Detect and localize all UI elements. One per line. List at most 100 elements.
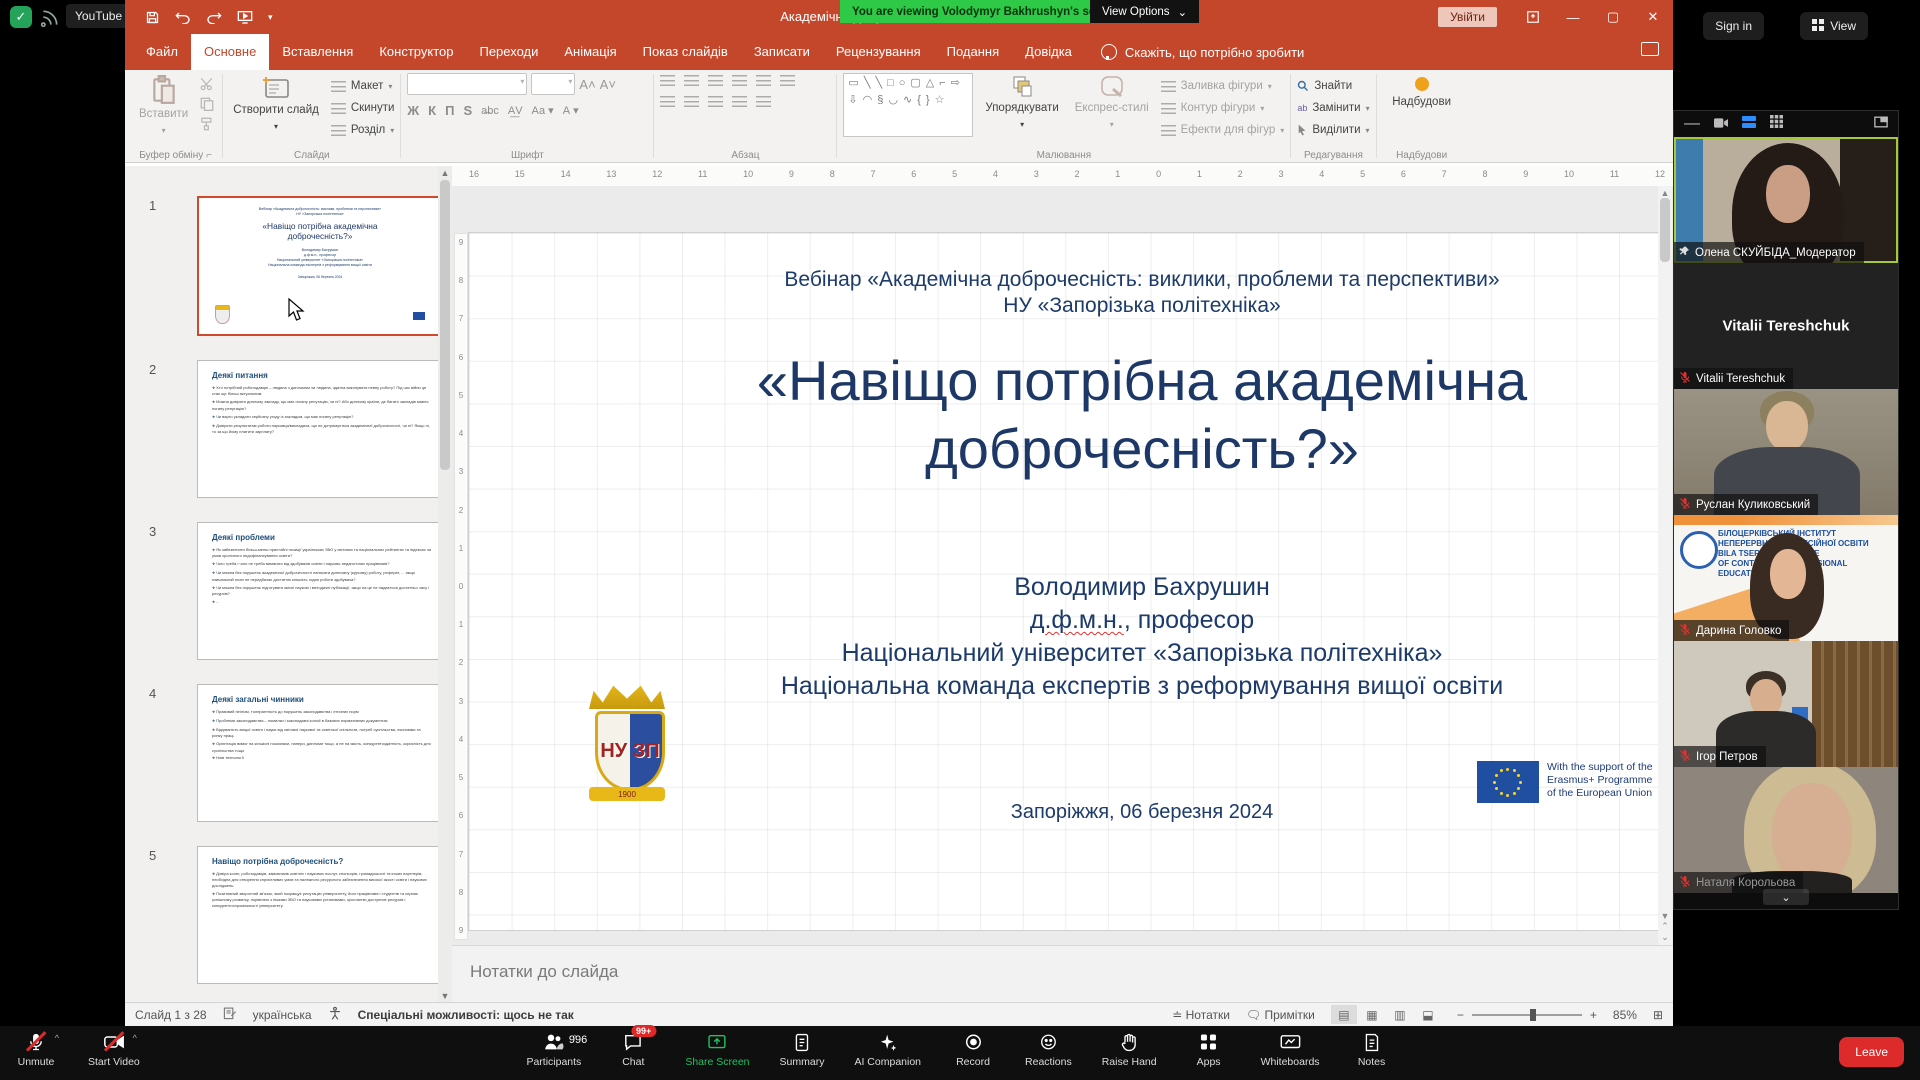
camera-icon[interactable]: [1714, 115, 1728, 133]
grow-font-icon[interactable]: A˄: [579, 77, 595, 92]
columns-icon[interactable]: [756, 96, 771, 107]
cut-icon[interactable]: [200, 77, 216, 91]
participant-tile-1[interactable]: Олена СКУЙБІДА_Модератор: [1674, 137, 1898, 263]
slide-thumbnail-2[interactable]: Деякі питанняХто потрібний роботодавцю –…: [197, 360, 441, 498]
tab-Конструктор[interactable]: Конструктор: [366, 34, 466, 70]
tab-Рецензування[interactable]: Рецензування: [823, 34, 934, 70]
caret-up-icon[interactable]: ^: [55, 1033, 59, 1043]
notes-pane[interactable]: Нотатки до слайда: [452, 945, 1673, 1004]
previous-slide-icon[interactable]: ⌃: [1661, 921, 1669, 932]
reactions-button[interactable]: Reactions: [1025, 1031, 1072, 1068]
reading-view-icon[interactable]: ▥: [1387, 1005, 1413, 1024]
undo-icon[interactable]: [175, 10, 191, 24]
tab-Анімація[interactable]: Анімація: [551, 34, 629, 70]
font-style-button-П[interactable]: П: [445, 103, 454, 118]
shape-fill-button[interactable]: Заливка фігури▾: [1161, 77, 1285, 95]
fit-to-window-icon[interactable]: ⊞: [1653, 1008, 1663, 1022]
shapes-gallery[interactable]: ▭╲╲□○▢ △⌐⇨⇩◠ §◡∿{}☆: [843, 73, 973, 137]
save-icon[interactable]: [145, 10, 160, 25]
select-button[interactable]: Виділити▾: [1297, 121, 1369, 139]
tell-me-box[interactable]: Скажіть, що потрібно зробити: [1101, 44, 1304, 60]
office-signin-button[interactable]: Увійти: [1438, 7, 1497, 27]
leave-button[interactable]: Leave: [1839, 1037, 1904, 1067]
view-options-button[interactable]: View Options ⌄: [1090, 0, 1199, 23]
unmute-button[interactable]: ^Unmute: [14, 1031, 58, 1068]
thumbnails-scrollbar[interactable]: ▲ ▼: [438, 166, 452, 1003]
zoom-view-button[interactable]: View: [1800, 12, 1868, 40]
slide-thumbnail-3[interactable]: Деякі проблемиЯк забезпечити більш-менш …: [197, 522, 441, 660]
tab-Довідка[interactable]: Довідка: [1012, 34, 1085, 70]
slide-thumbnail-4[interactable]: Деякі загальні чинникиПравовий нігілізм,…: [197, 684, 441, 822]
tab-Вставлення[interactable]: Вставлення: [269, 34, 366, 70]
font-style-button-S[interactable]: S: [463, 103, 472, 118]
format-painter-icon[interactable]: [200, 117, 216, 131]
notes-button[interactable]: Notes: [1350, 1031, 1394, 1068]
caret-up-icon[interactable]: ^: [133, 1033, 137, 1043]
new-slide-button[interactable]: Створити слайд▾: [229, 73, 323, 148]
zoom-slider[interactable]: − +: [1457, 1008, 1597, 1022]
accessibility-status[interactable]: Спеціальні можливості: щось не так: [358, 1008, 574, 1022]
panel-expand-chevron[interactable]: ⌄: [1763, 889, 1809, 905]
quick-styles-button[interactable]: Експрес-стилі▾: [1071, 73, 1153, 148]
participant-tile-2[interactable]: Vitalii TereshchukVitalii Tereshchuk: [1674, 263, 1898, 389]
indent-decrease-icon[interactable]: [708, 75, 723, 86]
tab-Файл[interactable]: Файл: [133, 34, 191, 70]
gallery-view-icon[interactable]: [1770, 115, 1783, 133]
participant-tile-3[interactable]: Руслан Куликовський: [1674, 389, 1898, 515]
comments-icon[interactable]: [1641, 42, 1659, 56]
minimize-panel-icon[interactable]: —: [1684, 115, 1700, 133]
participants-button[interactable]: ^996Participants: [526, 1031, 581, 1068]
justify-icon[interactable]: [732, 96, 747, 107]
minimize-button[interactable]: —: [1553, 0, 1593, 34]
comments-toggle[interactable]: 🗨 Примітки: [1246, 1008, 1315, 1022]
reset-button[interactable]: Скинути: [331, 99, 395, 117]
tab-Показ слайдів[interactable]: Показ слайдів: [630, 34, 741, 70]
ribbon-display-options-icon[interactable]: [1513, 0, 1553, 34]
zoom-level[interactable]: 85%: [1613, 1008, 1637, 1022]
font-size-select[interactable]: [531, 73, 575, 95]
summary-button[interactable]: Summary: [780, 1031, 825, 1068]
font-extra-3[interactable]: А ▾: [563, 104, 579, 117]
paste-button[interactable]: Вставити▾: [135, 73, 192, 148]
zoom-knob[interactable]: [1530, 1009, 1536, 1021]
align-left-icon[interactable]: [660, 96, 675, 107]
panel-layout-icon[interactable]: [1874, 115, 1888, 133]
participant-tile-5[interactable]: Ігор Петров: [1674, 641, 1898, 767]
shape-effects-button[interactable]: Ефекти для фігур▾: [1161, 121, 1285, 139]
scroll-down-icon[interactable]: ▼: [441, 991, 450, 1001]
section-button[interactable]: Розділ▾: [331, 121, 395, 139]
line-spacing-icon[interactable]: [756, 75, 771, 86]
participant-tile-4[interactable]: БІЛОЦЕРКІВСЬКИЙ ІНСТИТУТНЕПЕРЕРВНОЇ ПРОФ…: [1674, 515, 1898, 641]
scroll-up-icon[interactable]: ▲: [441, 168, 450, 178]
font-style-button-К[interactable]: К: [428, 103, 436, 118]
close-button[interactable]: ✕: [1633, 0, 1673, 34]
shrink-font-icon[interactable]: A˅: [600, 77, 616, 92]
spellcheck-icon[interactable]: [223, 1006, 237, 1023]
zoom-sign-in-button[interactable]: Sign in: [1703, 12, 1764, 40]
indent-increase-icon[interactable]: [732, 75, 747, 86]
numbering-icon[interactable]: [684, 75, 699, 86]
font-style-button-Ж[interactable]: Ж: [407, 103, 419, 118]
layout-button[interactable]: Макет▾: [331, 77, 395, 95]
find-button[interactable]: Знайти: [1297, 77, 1369, 95]
raise-hand-button[interactable]: Raise Hand: [1102, 1031, 1157, 1068]
font-extra-2[interactable]: Аа ▾: [532, 104, 554, 117]
redo-icon[interactable]: [206, 10, 222, 24]
main-scrollbar[interactable]: ▲ ▼ ⌃ ⌄: [1658, 186, 1672, 945]
addins-button[interactable]: Надбудови: [1383, 73, 1461, 111]
participant-tile-6[interactable]: Наталя Корольова: [1674, 767, 1898, 893]
scroll-down-icon[interactable]: ▼: [1661, 911, 1670, 921]
slide-thumbnail-5[interactable]: Навіщо потрібна доброчесність?Довіра кол…: [197, 846, 441, 984]
slide-sorter-icon[interactable]: ▦: [1359, 1005, 1385, 1024]
chat-button[interactable]: 99+Chat: [611, 1031, 655, 1068]
tab-Записати[interactable]: Записати: [741, 34, 823, 70]
apps-button[interactable]: Apps: [1187, 1031, 1231, 1068]
notes-toggle[interactable]: ≐ Нотатки: [1172, 1008, 1230, 1022]
align-right-icon[interactable]: [708, 96, 723, 107]
tab-Переходи[interactable]: Переходи: [466, 34, 551, 70]
shape-outline-button[interactable]: Контур фігури▾: [1161, 99, 1285, 117]
tab-Подання[interactable]: Подання: [934, 34, 1013, 70]
qat-customize-caret[interactable]: ▾: [268, 12, 273, 23]
text-direction-icon[interactable]: [780, 75, 795, 86]
scroll-up-icon[interactable]: ▲: [1661, 188, 1670, 198]
